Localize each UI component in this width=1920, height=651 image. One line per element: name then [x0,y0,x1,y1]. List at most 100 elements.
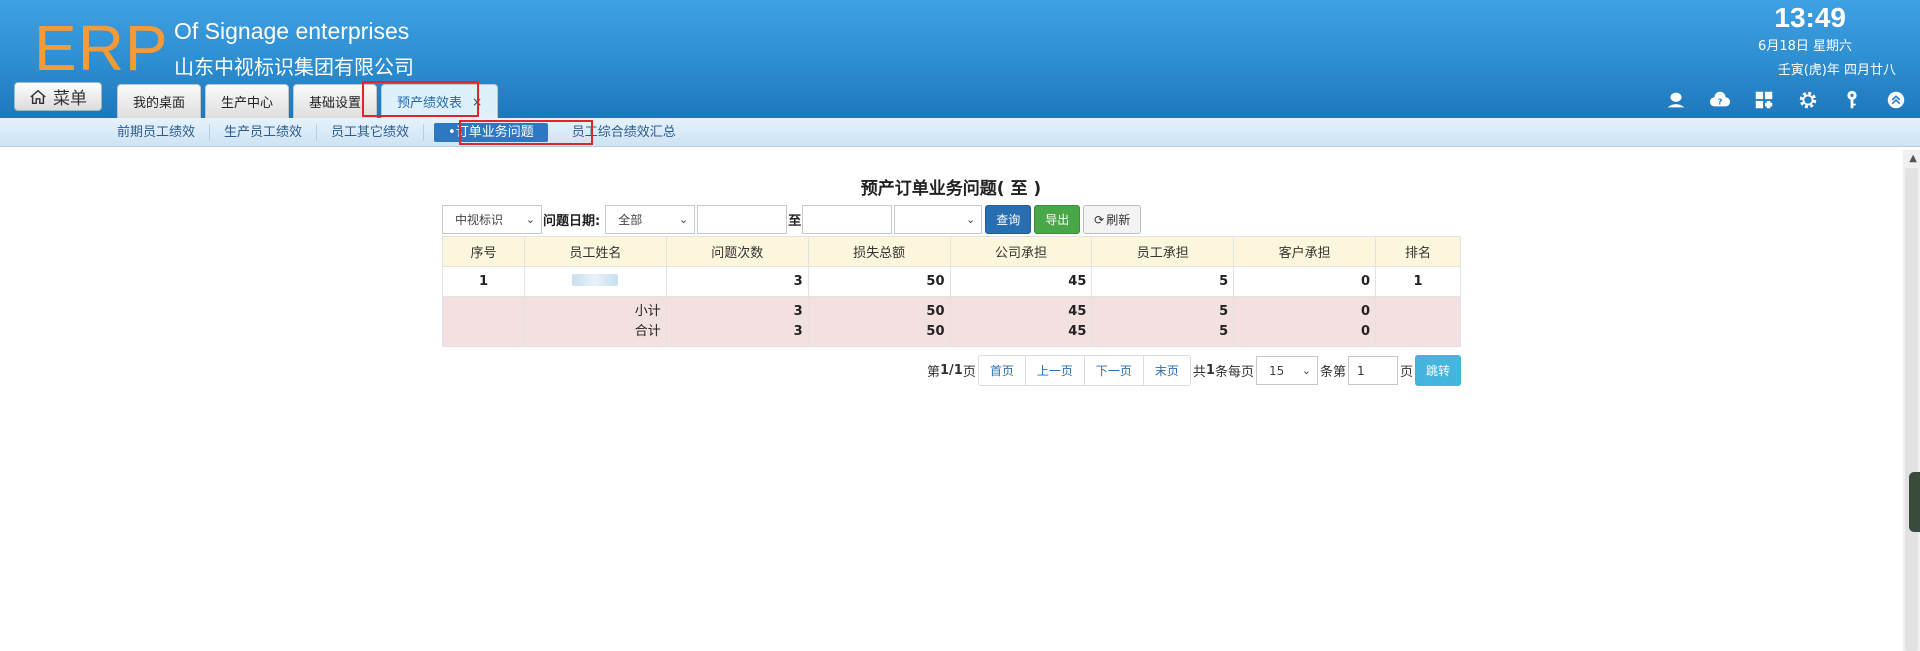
company-select[interactable]: 中视标识 ⌄ [442,205,542,234]
subnav-other-performance[interactable]: 员工其它绩效 [317,124,425,141]
tab-label: 生产中心 [221,96,274,111]
total-company: 45 [1068,323,1087,339]
per-page-label: 条每页 [1214,365,1254,380]
cell-loss: 50 [807,266,951,297]
subtotal-count: 3 [793,303,803,319]
settings-gear-icon[interactable] [1796,88,1820,112]
col-header[interactable]: 问题次数 [665,236,809,267]
goto-prefix: 条第 [1319,365,1346,380]
total-prefix: 共 [1192,365,1206,380]
chevron-down-icon: ⌄ [966,213,976,226]
jump-button[interactable]: 跳转 [1415,355,1461,386]
summary-labels: 小计 合计 [523,296,667,347]
date-label: 问题日期: [543,214,601,229]
per-page-value: 15 [1268,363,1285,378]
help-cloud-icon[interactable]: ? [1708,88,1732,112]
subtotal-employee: 5 [1219,303,1229,319]
tab-label: 预产绩效表 [397,96,463,111]
menu-button[interactable]: 菜单 [14,82,102,111]
chevron-down-icon: ⌄ [1301,364,1311,377]
chevron-down-icon: ⌄ [525,213,535,226]
summary-company: 45 45 [949,296,1093,347]
total-count-value: 1 [1205,363,1215,378]
start-date-input[interactable] [697,205,788,234]
col-header[interactable]: 客户承担 [1233,236,1377,267]
collapse-up-icon[interactable] [1884,88,1908,112]
dashboard-icon[interactable] [1752,88,1776,112]
col-header[interactable]: 损失总额 [807,236,951,267]
subnav-performance-summary[interactable]: 员工综合绩效汇总 [558,124,690,141]
close-icon[interactable]: × [472,95,482,109]
chevron-down-icon: ⌄ [678,213,689,226]
tab-my-desktop[interactable]: 我的桌面 [117,84,202,118]
home-icon [30,89,46,104]
refresh-label: 刷新 [1106,213,1131,227]
tab-production-center[interactable]: 生产中心 [205,84,290,118]
scroll-thumb[interactable] [1905,168,1918,651]
last-page-button[interactable]: 末页 [1144,356,1190,385]
col-header[interactable]: 排名 [1375,236,1461,267]
query-button[interactable]: 查询 [985,205,1032,234]
col-header[interactable]: 员工承担 [1091,236,1235,267]
lunar-date: 壬寅(虎)年 四月廿八 [1777,63,1896,78]
key-icon[interactable] [1840,88,1864,112]
scroll-up-icon[interactable]: ▲ [1909,153,1917,164]
col-header[interactable]: 员工姓名 [523,236,667,267]
side-widget-tab[interactable] [1909,472,1920,532]
refresh-button[interactable]: ⟳ 刷新 [1083,205,1142,234]
total-loss: 50 [926,323,945,339]
tab-performance-sheet[interactable]: 预产绩效表 × [381,84,499,118]
erp-logo: ERP [34,12,169,84]
export-button[interactable]: 导出 [1034,205,1081,234]
user-icon[interactable] [1664,88,1688,112]
enterprise-name-en: Of Signage enterprises [174,18,410,44]
cell-count: 3 [665,266,809,297]
date-range-select[interactable]: 全部 ⌄ [605,205,696,234]
app-header: ERP Of Signage enterprises 山东中视标识集团有限公司 … [0,0,1920,118]
tab-basic-settings[interactable]: 基础设置 [293,84,378,118]
per-page-select[interactable]: 15 ⌄ [1255,356,1318,385]
total-label: 合计 [634,323,661,339]
pagination: 第 1/1 页 首页 上一页 下一页 末页 共 1 条每页 15 ⌄ 条第 1 页 跳转 [927,355,1461,386]
header-toolbar: ? [1664,88,1908,112]
page-info: 1/1 [939,363,963,378]
subnav-production-performance[interactable]: 生产员工绩效 [210,124,318,141]
tab-label: 我的桌面 [133,96,186,111]
cell-rank: 1 [1375,266,1461,297]
total-count: 3 [793,323,803,339]
subnav-order-issues[interactable]: •订单业务问题 [434,123,548,142]
next-page-button[interactable]: 下一页 [1085,356,1144,385]
summary-count: 3 3 [665,296,809,347]
total-customer: 0 [1361,323,1371,339]
summary-empty [442,296,525,347]
company-select-value: 中视标识 [455,213,504,227]
end-date-input[interactable] [802,205,893,234]
filter-bar: 中视标识 ⌄ 问题日期: 全部 ⌄ 至 ⌄ 查询 导出 ⟳ 刷新 [442,205,1142,234]
summary-employee: 5 5 [1091,296,1235,347]
total-employee: 5 [1219,323,1229,339]
col-header[interactable]: 序号 [442,236,525,267]
results-table: 序号 员工姓名 问题次数 损失总额 公司承担 员工承担 客户承担 排名 1 3 … [442,236,1461,347]
table-header-row: 序号 员工姓名 问题次数 损失总额 公司承担 员工承担 客户承担 排名 [442,236,1461,267]
main-tabs: 我的桌面 生产中心 基础设置 预产绩效表 × [117,84,499,118]
sub-navigation: 前期员工绩效 生产员工绩效 员工其它绩效 •订单业务问题 员工综合绩效汇总 [0,118,1920,147]
cell-company: 45 [949,266,1093,297]
page-suffix: 页 [962,365,976,380]
enterprise-name-cn: 山东中视标识集团有限公司 [174,55,414,79]
table-row[interactable]: 1 3 50 45 5 0 1 [442,266,1461,297]
subnav-early-performance[interactable]: 前期员工绩效 [103,124,211,141]
subtotal-company: 45 [1068,303,1087,319]
menu-label: 菜单 [53,89,87,109]
subtotal-loss: 50 [926,303,945,319]
first-page-button[interactable]: 首页 [979,356,1026,385]
extra-select[interactable]: ⌄ [894,205,983,234]
prev-page-button[interactable]: 上一页 [1026,356,1085,385]
page-title: 预产订单业务问题( 至 ) [860,179,1042,199]
tab-label: 基础设置 [309,96,362,111]
summary-customer: 0 0 [1233,296,1377,347]
redacted-name [572,273,619,286]
pager-buttons: 首页 上一页 下一页 末页 [977,355,1191,386]
goto-page-input[interactable]: 1 [1347,356,1398,385]
refresh-icon: ⟳ [1094,212,1105,227]
col-header[interactable]: 公司承担 [949,236,1093,267]
